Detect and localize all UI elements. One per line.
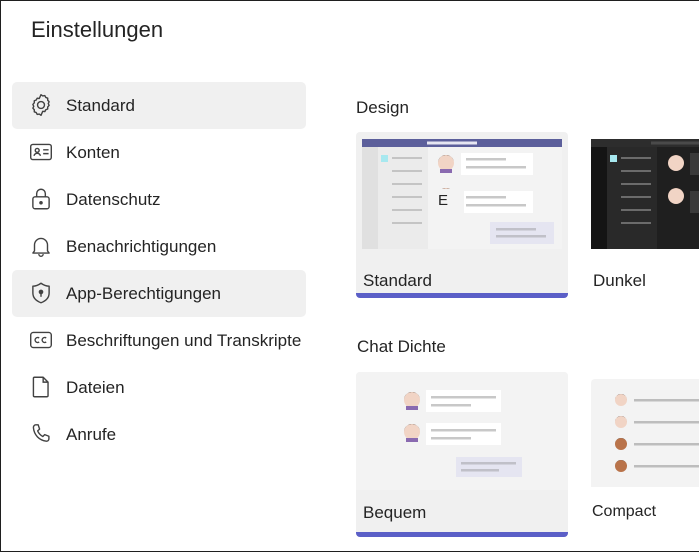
theme-preview-letter: E [438, 189, 464, 213]
sidebar-item-beschriftungen[interactable]: Beschriftungen und Transkripte [12, 317, 306, 364]
gear-icon [28, 92, 54, 118]
settings-sidebar: Standard Konten Datenschutz Benachrichti… [12, 82, 306, 458]
lock-icon [28, 186, 54, 212]
sidebar-item-datenschutz[interactable]: Datenschutz [12, 176, 306, 223]
sidebar-item-label: Standard [66, 96, 135, 115]
chat-density-section-label: Chat Dichte [357, 337, 446, 356]
contact-card-icon [28, 139, 54, 165]
theme-label: Standard [363, 271, 432, 290]
sidebar-item-konten[interactable]: Konten [12, 129, 306, 176]
sidebar-item-label: Beschriftungen und Transkripte [66, 331, 302, 350]
sidebar-item-dateien[interactable]: Dateien [12, 364, 306, 411]
phone-icon [28, 421, 54, 447]
theme-card-standard[interactable]: E Standard [356, 132, 568, 298]
density-preview-bequem [356, 372, 568, 490]
density-preview-compact [591, 379, 699, 487]
page-title: Einstellungen [31, 17, 164, 42]
density-label: Bequem [363, 503, 427, 522]
theme-label: Dunkel [593, 271, 646, 290]
sidebar-item-label: Dateien [66, 378, 125, 397]
closed-captions-icon [28, 327, 54, 353]
density-card-compact[interactable]: Compact [591, 379, 699, 537]
sidebar-item-benachrichtigungen[interactable]: Benachrichtigungen [12, 223, 306, 270]
shield-icon [28, 280, 54, 306]
settings-window: Einstellungen Standard Konten Datenschut… [0, 0, 699, 552]
density-label: Compact [592, 503, 657, 520]
document-icon [28, 374, 54, 400]
selected-indicator [356, 532, 568, 537]
sidebar-item-label: Konten [66, 143, 120, 162]
sidebar-item-label: Datenschutz [66, 190, 161, 209]
density-card-bequem[interactable]: Bequem [356, 372, 568, 537]
selected-indicator [356, 293, 568, 298]
theme-card-dunkel[interactable]: Dunkel [591, 132, 699, 298]
sidebar-item-label: Benachrichtigungen [66, 237, 217, 256]
sidebar-item-app-berechtigungen[interactable]: App-Berechtigungen [12, 270, 306, 317]
sidebar-item-standard[interactable]: Standard [12, 82, 306, 129]
sidebar-item-label: Anrufe [66, 425, 117, 444]
bell-icon [28, 233, 54, 259]
sidebar-item-label: App-Berechtigungen [66, 284, 222, 303]
sidebar-item-anrufe[interactable]: Anrufe [12, 411, 306, 458]
theme-preview-dunkel [591, 139, 699, 249]
design-section-label: Design [356, 98, 409, 117]
